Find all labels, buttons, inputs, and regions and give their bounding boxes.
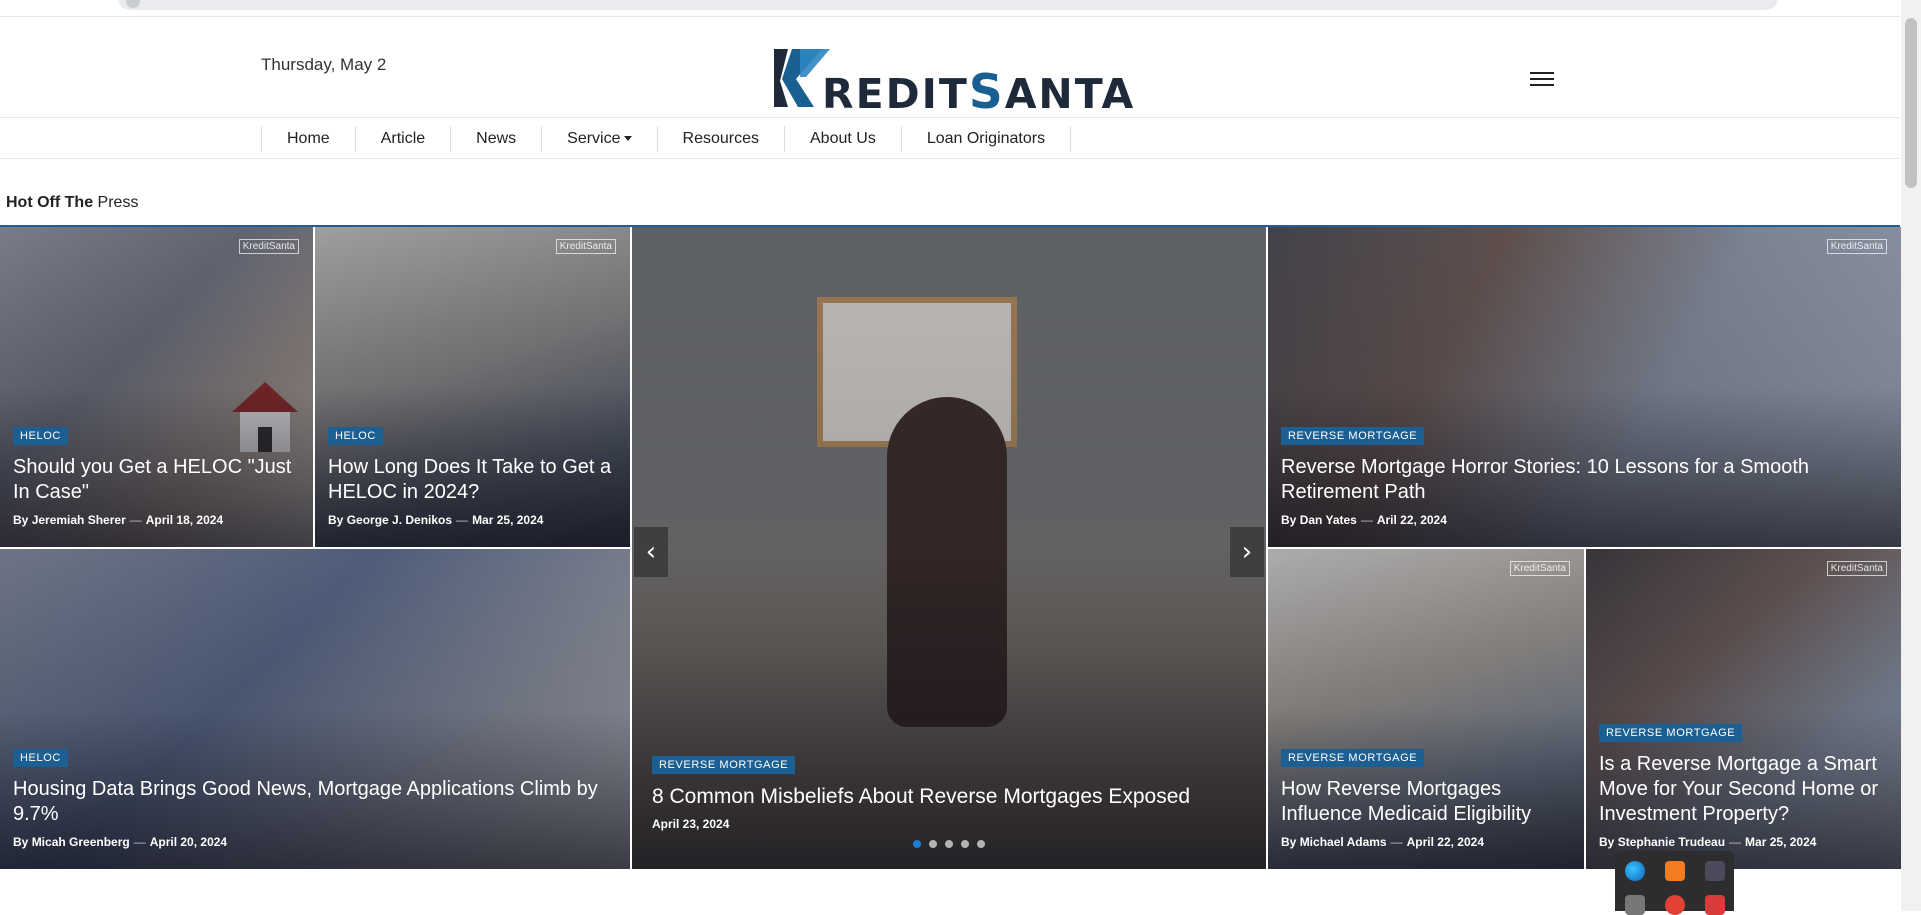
author-name[interactable]: Michael Adams [1300,835,1387,849]
pen-app-icon[interactable] [1705,861,1725,881]
taskbar-flyout [1615,851,1734,915]
article-title[interactable]: How Long Does It Take to Get a HELOC in … [328,455,617,505]
byline: By Dan Yates — Aril 22, 2024 [1281,513,1447,527]
watermark: KreditSanta [238,239,299,254]
article-title[interactable]: How Reverse Mortgages Influence Medicaid… [1281,777,1571,827]
xampp-icon[interactable] [1665,861,1685,881]
category-badge[interactable]: REVERSE MORTGAGE [1281,749,1425,767]
post-date: Mar 25, 2024 [472,513,544,527]
site-logo[interactable]: REDITSANTA [770,49,1133,120]
nav-item-resources[interactable]: Resources [658,126,785,152]
post-date: Mar 25, 2024 [1745,835,1817,849]
watermark: KreditSanta [1509,561,1570,576]
author-name[interactable]: Micah Greenberg [32,835,130,849]
author-name[interactable]: George J. Denikos [347,513,452,527]
article-card[interactable]: HELOC Housing Data Brings Good News, Mor… [0,549,630,869]
page-scrollbar[interactable] [1901,0,1921,911]
byline: By Stephanie Trudeau — Mar 25, 2024 [1599,835,1817,849]
nav-item-news[interactable]: News [451,126,543,152]
byline: By Micah Greenberg — April 20, 2024 [13,835,228,849]
article-card[interactable]: KreditSanta HELOC How Long Does It Take … [315,227,630,547]
logo-wordmark: REDITSANTA [822,65,1136,120]
article-title[interactable]: Reverse Mortgage Horror Stories: 10 Less… [1281,455,1888,505]
caret-down-icon [623,136,632,142]
menu-hamburger-icon[interactable] [1530,72,1554,88]
byline: By George J. Denikos — Mar 25, 2024 [328,513,544,527]
nav-item-article[interactable]: Article [356,126,452,152]
post-date: April 23, 2024 [652,817,730,831]
chrome-icon[interactable] [1665,895,1685,915]
nav-item-loan-originators[interactable]: Loan Originators [902,126,1072,152]
watermark: KreditSanta [1826,561,1887,576]
current-date: Thursday, May 2 [261,55,387,74]
section-title: Hot Off The Press [6,194,139,211]
slider-dot[interactable] [961,840,969,848]
edge-browser-icon[interactable] [1625,861,1645,881]
nav-item-about-us[interactable]: About Us [785,126,902,152]
site-header: Thursday, May 2 REDITSANTA [0,17,1900,120]
watermark: KreditSanta [1826,239,1887,254]
byline: By Jeremiah Sherer — April 18, 2024 [13,513,224,527]
category-badge[interactable]: HELOC [13,427,68,445]
article-card[interactable]: KreditSanta REVERSE MORTGAGE Is a Revers… [1586,549,1901,869]
author-name[interactable]: Dan Yates [1300,513,1357,527]
category-badge[interactable]: REVERSE MORTGAGE [1281,427,1425,445]
slider-dot[interactable] [945,840,953,848]
byline: By Michael Adams — April 22, 2024 [1281,835,1484,849]
featured-slider[interactable]: ‹ › REVERSE MORTGAGE 8 Common Misbeliefs… [632,227,1266,869]
article-card[interactable]: KreditSanta REVERSE MORTGAGE How Reverse… [1268,549,1584,869]
post-date: April 18, 2024 [145,513,224,527]
category-badge[interactable]: HELOC [328,427,383,445]
slider-dot[interactable] [913,840,921,848]
article-title[interactable]: Housing Data Brings Good News, Mortgage … [13,777,617,827]
article-card[interactable]: KreditSanta REVERSE MORTGAGE Reverse Mor… [1268,227,1901,547]
author-name[interactable]: Stephanie Trudeau [1618,835,1725,849]
main-nav: Home Article News Service Resources Abou… [0,117,1900,159]
watermark: KreditSanta [555,239,616,254]
article-title[interactable]: Should you Get a HELOC "Just In Case" [13,455,300,505]
browser-address-strip [0,0,1921,16]
slider-next-button[interactable]: › [1230,527,1264,577]
address-bar[interactable] [118,0,1778,10]
slider-prev-button[interactable]: ‹ [634,527,668,577]
slider-dot[interactable] [929,840,937,848]
nav-item-service[interactable]: Service [542,126,658,152]
slider-dots [632,835,1266,853]
app-icon[interactable] [1705,895,1725,915]
nav-item-service-label: Service [567,130,621,147]
category-badge[interactable]: HELOC [13,749,68,767]
app-icon[interactable] [1625,895,1645,915]
article-title[interactable]: 8 Common Misbeliefs About Reverse Mortga… [652,784,1253,809]
nav-item-home[interactable]: Home [262,126,356,152]
category-badge[interactable]: REVERSE MORTGAGE [1599,724,1743,742]
slider-dot[interactable] [977,840,985,848]
post-date: Aril 22, 2024 [1376,513,1447,527]
article-card[interactable]: KreditSanta HELOC Should you Get a HELOC… [0,227,313,547]
featured-grid: KreditSanta HELOC Should you Get a HELOC… [0,227,1901,869]
post-date: April 20, 2024 [149,835,228,849]
category-badge[interactable]: REVERSE MORTGAGE [652,756,796,774]
scrollbar-thumb[interactable] [1905,18,1917,188]
article-title[interactable]: Is a Reverse Mortgage a Smart Move for Y… [1599,752,1888,827]
author-name[interactable]: Jeremiah Sherer [32,513,126,527]
post-date: April 22, 2024 [1406,835,1484,849]
